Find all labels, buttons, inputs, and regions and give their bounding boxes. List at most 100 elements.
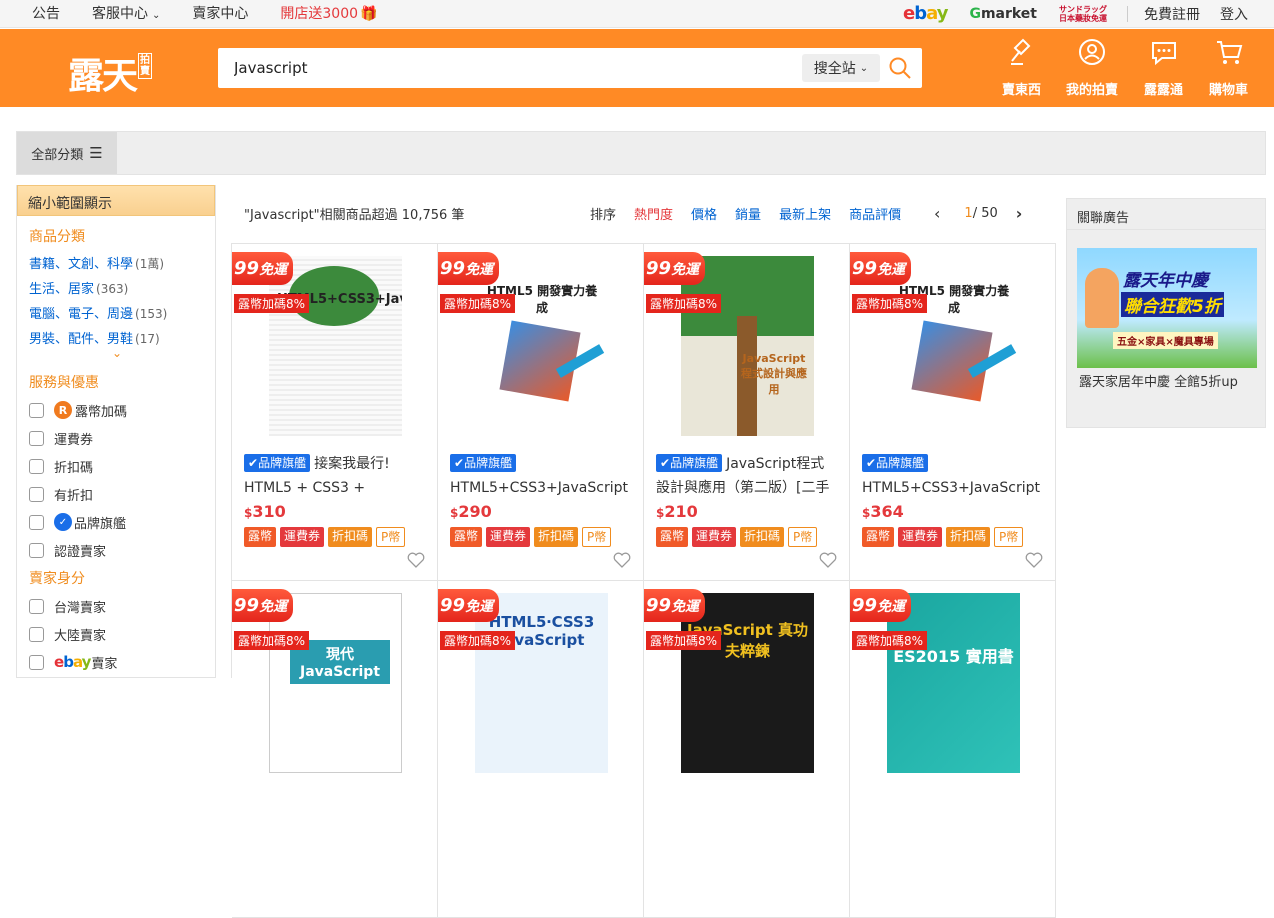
my-auction-nav[interactable]: 我的拍賣	[1066, 37, 1118, 98]
expand-categories-chevron-icon[interactable]: ⌄	[17, 346, 217, 360]
gmarket-logo[interactable]: Gmarket	[969, 6, 1037, 22]
chevron-down-icon: ⌄	[152, 10, 161, 21]
product-image[interactable]: HTML5‧CSS3 JavaScript	[475, 593, 608, 773]
product-card[interactable]: 99 免運 露幣加碼8% HTML5‧CSS3 JavaScript	[438, 581, 644, 918]
checkbox[interactable]	[29, 626, 44, 642]
ruten-coin-icon: R	[54, 401, 72, 419]
category-section-title: 商品分類	[29, 229, 85, 245]
product-image[interactable]: 現代 JavaScript	[269, 593, 402, 773]
checkbox[interactable]	[29, 486, 44, 502]
customer-service-menu[interactable]: 客服中心 ⌄	[92, 3, 160, 23]
promo-tags: 露幣 運費券 折扣碼 P幣	[656, 527, 818, 547]
sell-nav[interactable]: 賣東西	[1002, 37, 1041, 98]
filter-ebay-seller[interactable]: ebay 賣家	[17, 648, 215, 676]
sort-sales[interactable]: 銷量	[735, 204, 761, 223]
free-shipping-badge: 99 免運	[438, 589, 500, 622]
sort-popularity[interactable]: 熱門度	[634, 204, 673, 223]
filter-coin-bonus[interactable]: R 露幣加碼	[17, 396, 215, 424]
sort-price[interactable]: 價格	[691, 204, 717, 223]
chat-bubble-icon	[1151, 42, 1176, 66]
product-card[interactable]: 99 免運 露幣加碼8% ES2015 實用書	[850, 581, 1056, 918]
category-link[interactable]: 書籍、文創、科學 (1萬)	[17, 253, 215, 272]
site-logo[interactable]: 露天 拍賣	[68, 47, 153, 99]
sort-newest[interactable]: 最新上架	[779, 204, 831, 223]
free-shipping-badge: 99 免運	[850, 589, 912, 622]
promo-label: 開店送3000	[280, 6, 359, 22]
product-title[interactable]: ✔品牌旗艦接案我最行! HTML5 + CSS3 + JavaScript	[244, 452, 426, 496]
ad-text[interactable]: 露天家居年中慶 全館5折up	[1079, 374, 1255, 392]
filter-shipping-coupon[interactable]: 運費券	[17, 424, 215, 452]
checkbox[interactable]	[29, 402, 44, 418]
category-link[interactable]: 電腦、電子、周邊 (153)	[17, 303, 215, 322]
filter-brand-flagship[interactable]: ✓ 品牌旗艦	[17, 508, 215, 536]
checkbox[interactable]	[29, 458, 44, 474]
cart-nav[interactable]: 購物車	[1209, 37, 1248, 98]
announcement-link[interactable]: 公告	[32, 3, 60, 23]
filter-on-sale[interactable]: 有折扣	[17, 480, 215, 508]
heart-icon[interactable]	[407, 552, 425, 568]
product-price: $290	[450, 502, 492, 521]
product-image[interactable]: HTML5+CSS3+JavaScript	[269, 256, 402, 436]
product-title[interactable]: ✔品牌旗艦 JavaScript程式設計與應用（第二版）[二手	[656, 452, 838, 496]
product-image[interactable]: JavaScript 真功夫粹鍊	[681, 593, 814, 773]
product-image[interactable]: HTML5 開發實力養成	[887, 256, 1020, 436]
chat-nav[interactable]: 露露通	[1144, 37, 1183, 98]
product-price: $210	[656, 502, 698, 521]
ebay-logo[interactable]: ebay	[903, 3, 948, 24]
filter-certified-seller[interactable]: 認證賣家	[17, 536, 215, 564]
sort-label: 排序	[590, 208, 617, 223]
hamburger-icon: ☰	[89, 144, 103, 162]
brand-flagship-badge: ✔品牌旗艦	[244, 454, 311, 472]
checkbox[interactable]	[29, 430, 44, 446]
checkbox[interactable]	[29, 542, 44, 558]
heart-icon[interactable]	[819, 552, 837, 568]
category-link[interactable]: 生活、居家 (363)	[17, 278, 215, 297]
seller-center-link[interactable]: 賣家中心	[192, 3, 248, 23]
product-card[interactable]: 99 免運 露幣加碼8% 現代 JavaScript	[232, 581, 438, 918]
next-page-icon[interactable]: ›	[1016, 204, 1023, 223]
coin-bonus-badge: 露幣加碼8%	[646, 631, 722, 650]
filter-taiwan-seller[interactable]: 台灣賣家	[17, 592, 215, 620]
cart-label: 購物車	[1209, 83, 1249, 98]
category-link[interactable]: 男裝、配件、男鞋 (17)	[17, 328, 215, 347]
current-page: 1	[964, 206, 973, 221]
heart-icon[interactable]	[613, 552, 631, 568]
all-categories-button[interactable]: 全部分類 ☰	[17, 132, 117, 174]
free-shipping-badge: 99 免運	[232, 589, 294, 622]
search-input[interactable]	[218, 48, 798, 88]
free-shipping-badge: 99 免運	[850, 252, 912, 285]
product-title[interactable]: ✔品牌旗艦HTML5+CSS3+JavaScript 開發實力養成	[450, 452, 632, 496]
login-link[interactable]: 登入	[1220, 4, 1248, 24]
pager: ‹ 1 / 50 ›	[934, 204, 1022, 223]
filter-china-seller[interactable]: 大陸賣家	[17, 620, 215, 648]
open-store-promo[interactable]: 開店送3000 🎁	[280, 3, 377, 23]
checkbox[interactable]	[29, 514, 44, 530]
product-card[interactable]: 99 免運 露幣加碼8% HTML5 開發實力養成 ✔品牌旗艦HTML5+CSS3…	[438, 244, 644, 581]
customer-service-label: 客服中心	[92, 6, 148, 22]
filter-discount-code[interactable]: 折扣碼	[17, 452, 215, 480]
related-ads: 關聯廣告 露天年中慶 聯合狂歡5折 五金×家具×魔具專場 露天家居年中慶 全館5…	[1066, 198, 1266, 428]
product-image[interactable]: HTML5 開發實力養成	[475, 256, 608, 436]
register-link[interactable]: 免費註冊	[1144, 4, 1200, 24]
heart-icon[interactable]	[1025, 552, 1043, 568]
search-scope-select[interactable]: 搜全站 ⌄	[802, 54, 880, 82]
sort-bar: 排序 熱門度 價格 銷量 最新上架 商品評價	[590, 204, 919, 223]
checkbox[interactable]	[29, 598, 44, 614]
product-card[interactable]: 99免運 露幣加碼8% HTML5+CSS3+JavaScript ✔品牌旗艦接…	[232, 244, 438, 581]
filter-sidebar: 縮小範圍顯示 商品分類 書籍、文創、科學 (1萬) 生活、居家 (363) 電腦、電…	[16, 185, 216, 678]
sort-rating[interactable]: 商品評價	[849, 204, 901, 223]
product-image[interactable]: ES2015 實用書	[887, 593, 1020, 773]
ad-banner-image[interactable]: 露天年中慶 聯合狂歡5折 五金×家具×魔具專場	[1077, 248, 1257, 368]
sundrug-logo[interactable]: サンドラッグ 日本藥妝免運	[1059, 5, 1107, 23]
search-icon[interactable]	[888, 56, 912, 80]
cart-icon	[1216, 41, 1242, 64]
product-card[interactable]: 99 免運 露幣加碼8% JavaScript 程式設計與應用 ✔品牌旗艦 Java…	[644, 244, 850, 581]
checkbox[interactable]	[29, 654, 44, 670]
product-image[interactable]: JavaScript 程式設計與應用	[681, 256, 814, 436]
product-card[interactable]: 99 免運 露幣加碼8% JavaScript 真功夫粹鍊	[644, 581, 850, 918]
product-card[interactable]: 99 免運 露幣加碼8% HTML5 開發實力養成 ✔品牌旗艦HTML5+CSS3…	[850, 244, 1056, 581]
product-title[interactable]: ✔品牌旗艦HTML5+CSS3+JavaScript 開發實力養成	[862, 452, 1044, 496]
filter-title: 縮小範圍顯示	[17, 185, 215, 216]
chevron-down-icon: ⌄	[859, 62, 869, 74]
prev-page-icon[interactable]: ‹	[934, 204, 940, 223]
